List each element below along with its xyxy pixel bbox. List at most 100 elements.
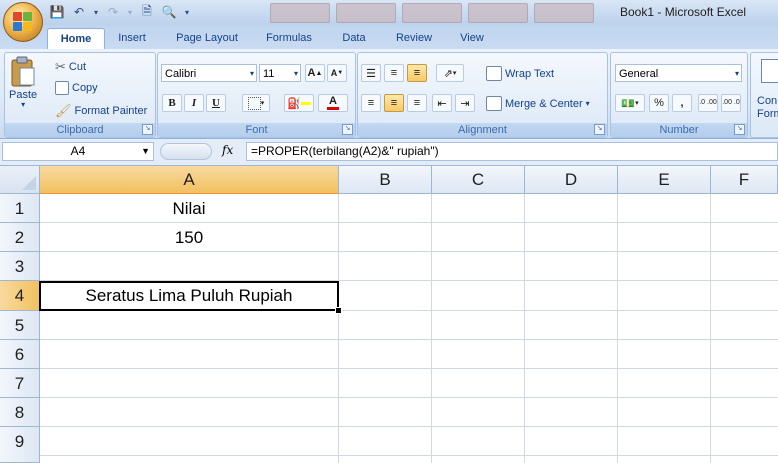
bold-button[interactable]: B [162, 94, 182, 112]
taskbar-item[interactable] [402, 3, 462, 23]
column-header-f[interactable]: F [711, 166, 778, 194]
taskbar-item[interactable] [534, 3, 594, 23]
align-left-button[interactable]: ≡ [361, 94, 381, 112]
align-right-button[interactable]: ≡ [407, 94, 427, 112]
down-arrow-icon: ▼ [337, 70, 344, 76]
column-header-d[interactable]: D [525, 166, 618, 194]
alignment-launcher-icon[interactable]: ↘ [594, 124, 605, 135]
increase-decimal-button[interactable]: .0 .00 [698, 94, 718, 112]
alignment-group: ☰ ≡ ≡ ⇗ ▾ ≡ ≡ ≡ ⇤ ⇥ Wrap Text Merge & Cen… [357, 52, 608, 138]
column-header-e[interactable]: E [618, 166, 711, 194]
row-header-3[interactable]: 3 [0, 252, 40, 281]
tab-view[interactable]: View [452, 28, 492, 48]
align-center-button[interactable]: ≡ [384, 94, 404, 112]
number-format-value: General [619, 68, 659, 80]
merge-center-button[interactable]: Merge & Center ▾ [486, 96, 590, 111]
undo-icon[interactable]: ↶ [70, 3, 88, 21]
row-gridline [40, 397, 778, 398]
name-box[interactable]: A4 ▼ [2, 142, 154, 161]
increase-indent-button[interactable]: ⇥ [455, 94, 475, 112]
worksheet-grid[interactable]: A B C D E F 1 2 3 4 5 6 7 8 9 Nilai 150 … [0, 166, 778, 463]
new-document-icon[interactable]: 🗎 [138, 3, 156, 21]
tab-review[interactable]: Review [388, 28, 440, 48]
cut-button[interactable]: ✂ Cut [55, 59, 86, 75]
copy-button[interactable]: Copy [55, 81, 98, 95]
borders-icon [247, 96, 261, 110]
redo-dropdown-icon[interactable]: ▾ [126, 3, 134, 21]
comma-style-button[interactable]: , [672, 94, 692, 112]
column-gridline [710, 194, 711, 463]
row-gridline [40, 426, 778, 427]
formula-input[interactable]: =PROPER(terbilang(A2)&" rupiah") [246, 142, 778, 161]
save-icon[interactable]: 💾 [48, 3, 66, 21]
row-header-5[interactable]: 5 [0, 311, 40, 340]
align-top-button[interactable]: ☰ [361, 64, 381, 82]
wrap-text-button[interactable]: Wrap Text [486, 66, 554, 81]
select-all-button[interactable] [0, 166, 40, 194]
decrease-decimal-button[interactable]: .00 .0 [721, 94, 741, 112]
title-bar: 💾 ↶ ▾ ↷ ▾ 🗎 🔍 ▾ Book1 - Microsoft Excel [0, 0, 778, 26]
row-header-6[interactable]: 6 [0, 340, 40, 369]
conditional-formatting-button[interactable]: Con Form [757, 95, 778, 121]
orientation-button[interactable]: ⇗ ▾ [436, 64, 464, 82]
row-header-9[interactable]: 9 [0, 427, 40, 463]
tab-page-layout[interactable]: Page Layout [168, 28, 246, 48]
alignment-group-label: Alignment [358, 123, 607, 137]
row-header-8[interactable]: 8 [0, 398, 40, 427]
formula-bar-splitter-icon[interactable] [160, 143, 212, 160]
number-format-select[interactable]: General ▾ [615, 64, 742, 82]
font-name-select[interactable]: Calibri ▾ [161, 64, 257, 82]
accounting-format-button[interactable]: 💵 ▾ [615, 94, 645, 112]
taskbar-item[interactable] [468, 3, 528, 23]
redo-icon[interactable]: ↷ [104, 3, 122, 21]
font-launcher-icon[interactable]: ↘ [342, 124, 353, 135]
fill-handle[interactable] [335, 307, 342, 314]
align-middle-button[interactable]: ≡ [384, 64, 404, 82]
row-header-7[interactable]: 7 [0, 369, 40, 398]
italic-button[interactable]: I [184, 94, 204, 112]
increase-decimal-label: .0 .00 [699, 99, 717, 106]
cell-a2[interactable]: 150 [40, 223, 338, 252]
shrink-font-button[interactable]: A ▼ [327, 64, 347, 82]
customize-qat-icon[interactable]: ▾ [182, 3, 192, 21]
font-color-button[interactable]: A [318, 94, 348, 112]
brush-icon: 🖌 [55, 103, 72, 118]
tab-home[interactable]: Home [47, 28, 105, 49]
number-launcher-icon[interactable]: ↘ [734, 124, 745, 135]
paste-dropdown-icon[interactable]: ▾ [21, 101, 25, 109]
cell-a3[interactable] [40, 252, 338, 281]
decrease-decimal-label: .00 .0 [722, 99, 740, 106]
format-painter-button[interactable]: 🖌 Format Painter [55, 103, 147, 119]
taskbar-item[interactable] [270, 3, 330, 23]
row-header-4[interactable]: 4 [0, 281, 40, 311]
tab-insert[interactable]: Insert [110, 28, 154, 48]
grow-font-button[interactable]: A ▲ [305, 64, 325, 82]
column-header-b[interactable]: B [339, 166, 432, 194]
cell-a1[interactable]: Nilai [40, 194, 338, 223]
taskbar-item[interactable] [336, 3, 396, 23]
print-preview-icon[interactable]: 🔍 [160, 3, 178, 21]
row-header-2[interactable]: 2 [0, 223, 40, 252]
tab-data[interactable]: Data [336, 28, 372, 48]
font-size-select[interactable]: 11 ▾ [259, 64, 301, 82]
align-bottom-button[interactable]: ≡ [407, 64, 427, 82]
undo-dropdown-icon[interactable]: ▾ [92, 3, 100, 21]
clipboard-launcher-icon[interactable]: ↘ [142, 124, 153, 135]
merge-cells-icon [486, 96, 502, 111]
row-gridline [40, 339, 778, 340]
row-header-1[interactable]: 1 [0, 194, 40, 223]
tab-formulas[interactable]: Formulas [258, 28, 320, 48]
borders-button[interactable]: ▾ [242, 94, 270, 112]
paste-button[interactable]: Paste ▾ [9, 56, 37, 109]
decrease-indent-button[interactable]: ⇤ [432, 94, 452, 112]
bold-label: B [168, 97, 176, 109]
column-header-c[interactable]: C [432, 166, 525, 194]
fill-color-button[interactable]: ⛽ [284, 94, 314, 112]
column-header-a[interactable]: A [40, 166, 339, 194]
insert-function-icon[interactable]: fx [222, 143, 233, 157]
underline-button[interactable]: U [206, 94, 226, 112]
merge-center-label: Merge & Center [505, 97, 583, 110]
percent-style-button[interactable]: % [649, 94, 669, 112]
office-button[interactable] [3, 2, 43, 42]
wrap-text-label: Wrap Text [505, 67, 555, 80]
